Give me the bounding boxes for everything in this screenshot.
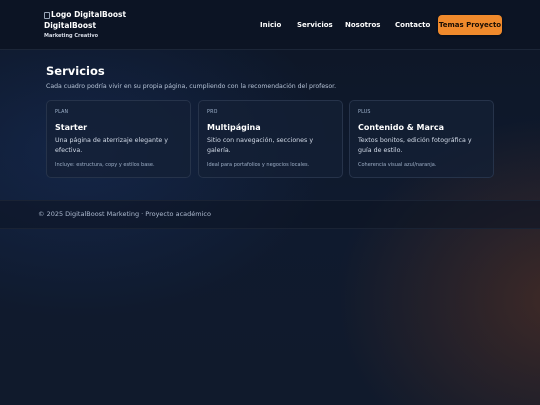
service-card-multipagina: PRO Multipágina Sitio con navegación, se… bbox=[198, 100, 343, 178]
card-description: Una página de aterrizaje elegante y efec… bbox=[55, 137, 169, 154]
brand-name: DigitalBoost bbox=[44, 21, 97, 30]
card-tier: PLAN bbox=[55, 110, 69, 115]
nav-link-inicio[interactable]: Inicio bbox=[260, 14, 281, 36]
card-title: Contenido & Marca bbox=[358, 123, 444, 132]
card-note: Coherencia visual azul/naranja. bbox=[358, 162, 437, 168]
logo-image[interactable]: Logo DigitalBoost bbox=[44, 10, 134, 20]
nav-link-servicios[interactable]: Servicios bbox=[297, 14, 333, 36]
card-title: Multipágina bbox=[207, 123, 261, 132]
card-note: Incluye: estructura, copy y estilos base… bbox=[55, 162, 155, 168]
card-description: Sitio con navegación, secciones y galerí… bbox=[207, 137, 314, 154]
section-description: Cada cuadro podría vivir en su propia pá… bbox=[46, 83, 337, 90]
card-title: Starter bbox=[55, 123, 88, 132]
brand-tagline: Marketing Creativo bbox=[44, 33, 99, 39]
logo-alt-text: Logo DigitalBoost bbox=[51, 10, 127, 19]
brand[interactable]: Logo DigitalBoost DigitalBoost Marketing… bbox=[44, 10, 134, 40]
card-note: Ideal para portafolios y negocios locale… bbox=[207, 162, 310, 168]
nav-link-nosotros[interactable]: Nosotros bbox=[345, 14, 380, 36]
service-card-contenido-marca: PLUS Contenido & Marca Textos bonitos, e… bbox=[349, 100, 494, 178]
site-footer: © 2025 DigitalBoost Marketing · Proyecto… bbox=[0, 201, 540, 229]
section-title: Servicios bbox=[46, 64, 105, 78]
footer-copyright: © 2025 DigitalBoost Marketing · Proyecto… bbox=[38, 210, 211, 218]
card-tier: PLUS bbox=[358, 110, 371, 115]
card-description: Textos bonitos, edición fotográfica y gu… bbox=[358, 137, 472, 154]
service-card-starter: PLAN Starter Una página de aterrizaje el… bbox=[46, 100, 191, 178]
card-tier: PRO bbox=[207, 110, 218, 115]
site-header: Logo DigitalBoost DigitalBoost Marketing… bbox=[0, 0, 540, 50]
temas-proyecto-button[interactable]: Temas Proyecto bbox=[438, 15, 502, 35]
broken-image-icon bbox=[44, 11, 50, 19]
nav-link-contacto[interactable]: Contacto bbox=[395, 14, 430, 36]
